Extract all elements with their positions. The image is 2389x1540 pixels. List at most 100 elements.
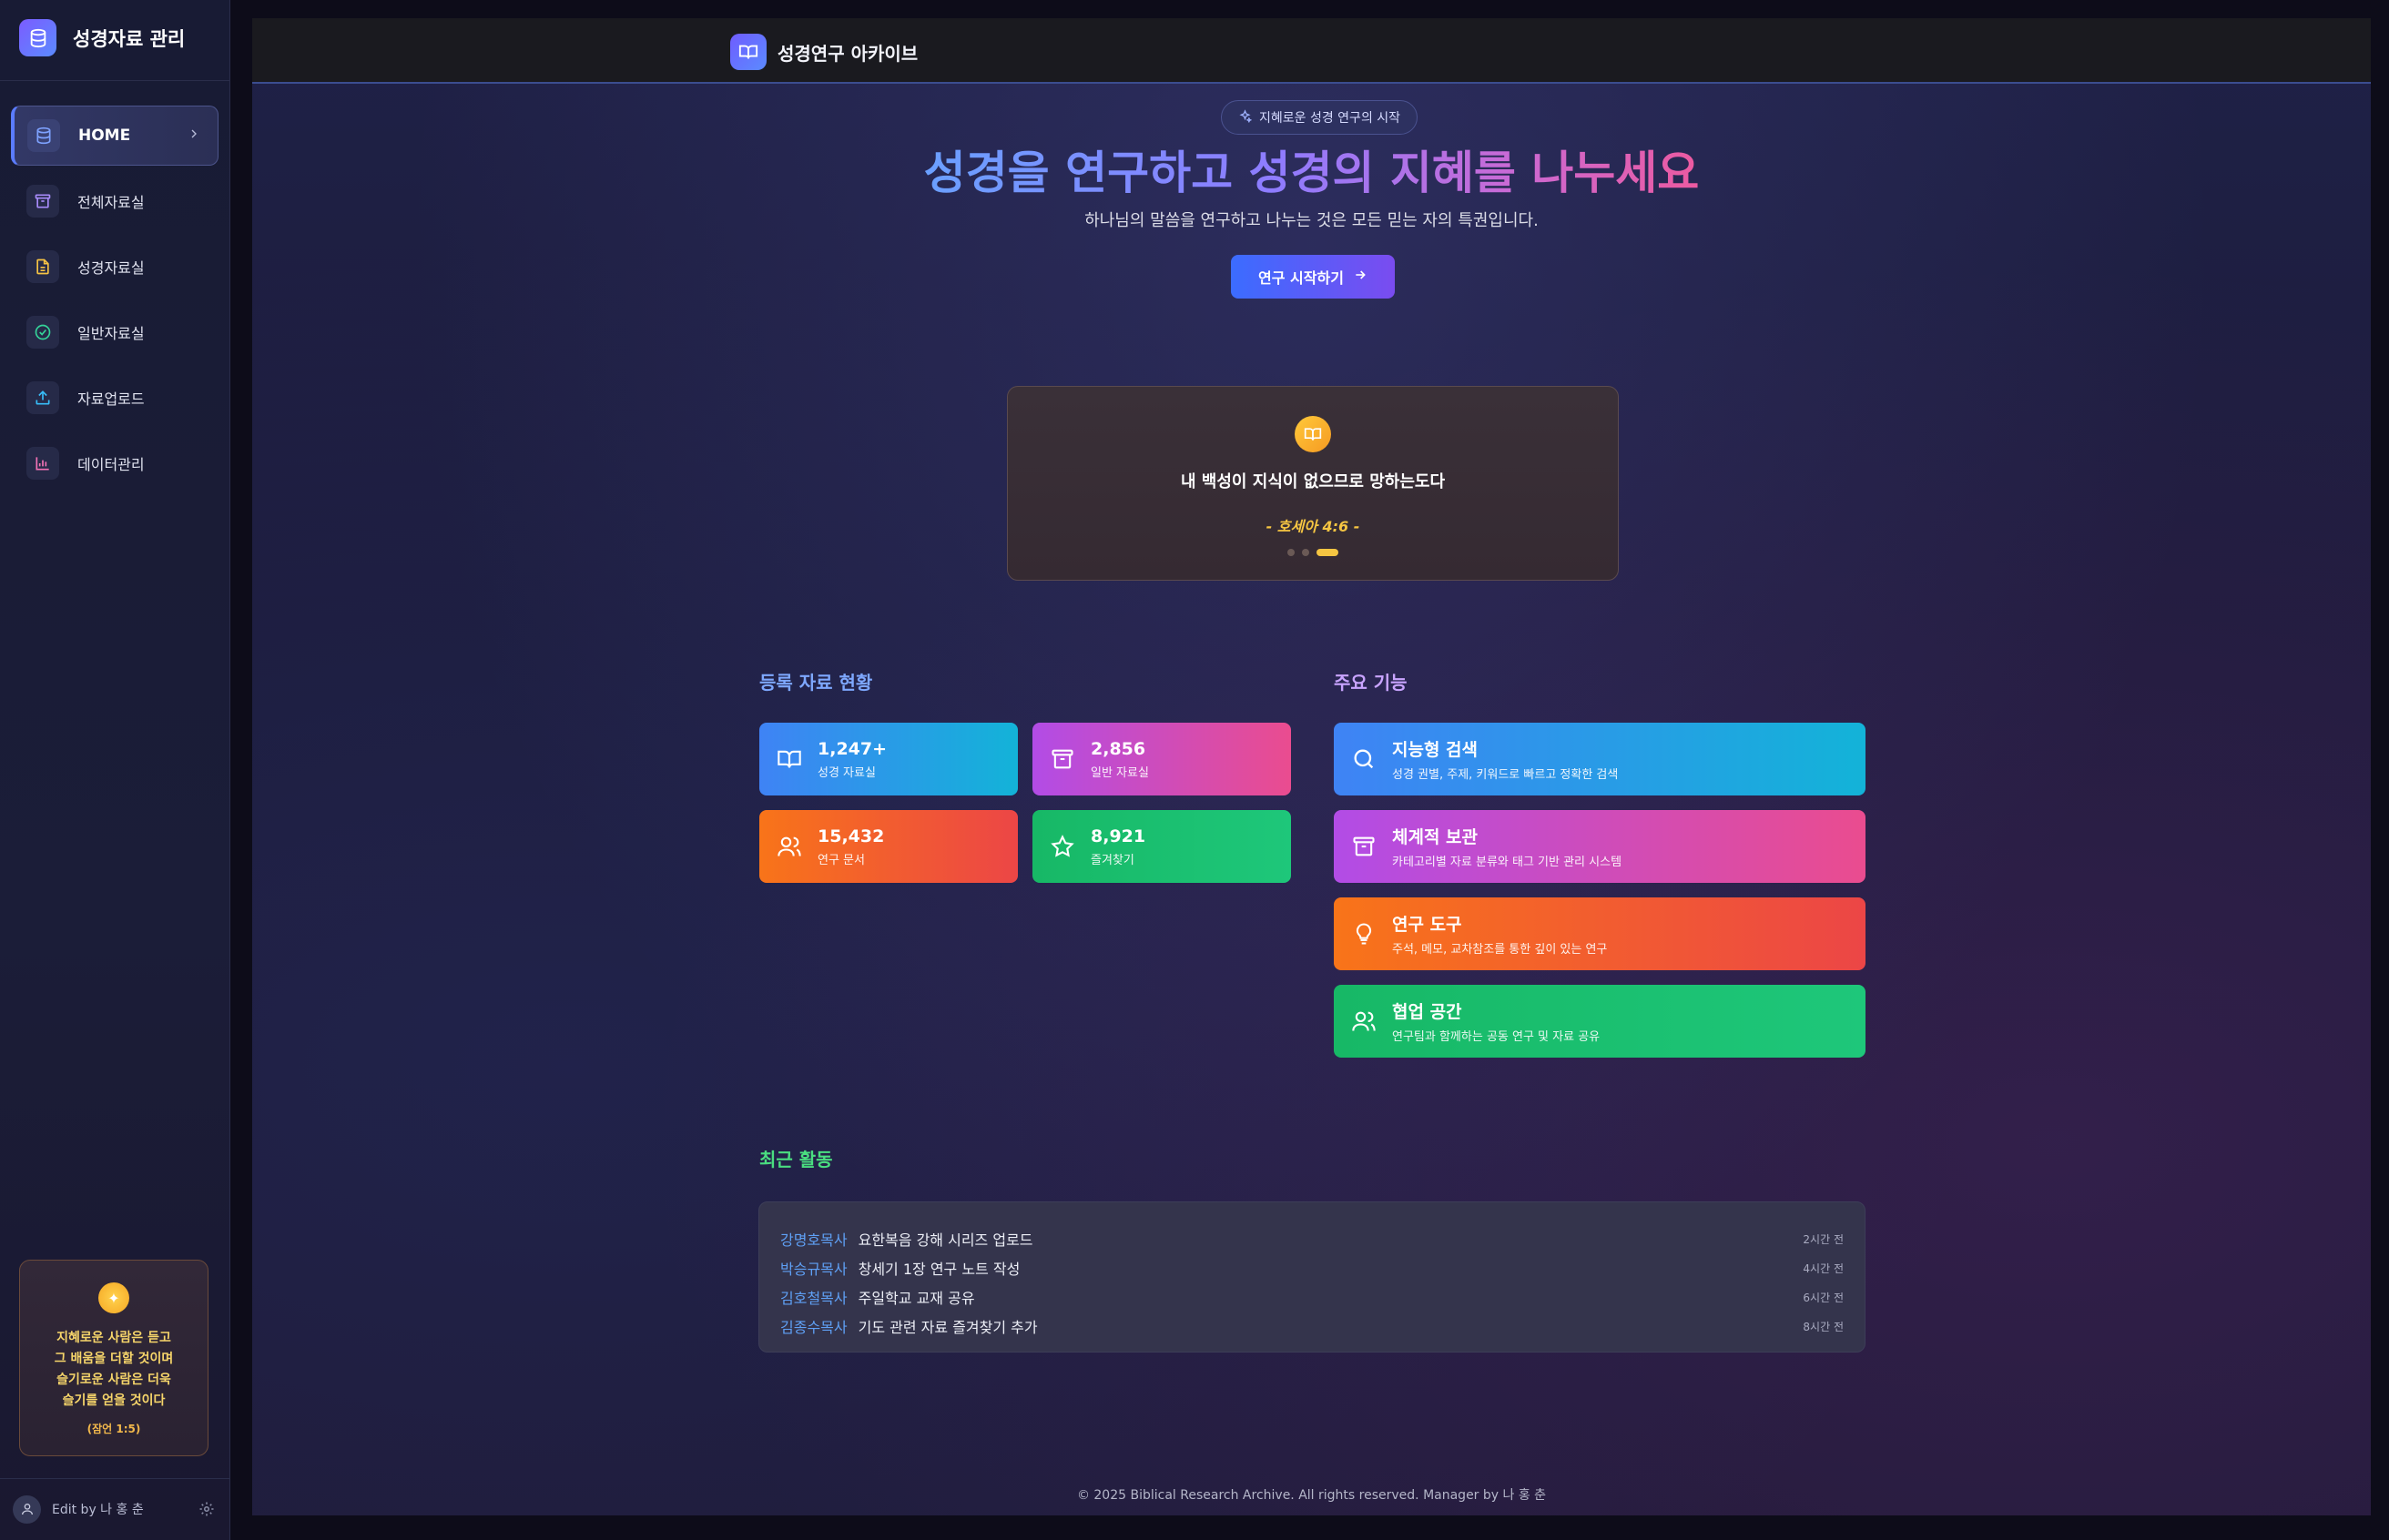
sidebar-item-all-archive[interactable]: 전체자료실: [11, 171, 219, 231]
sparkles-icon: [1238, 108, 1253, 127]
verse-reference: (잠언 1:5): [86, 1423, 141, 1435]
verse-line: 슬기로운 사람은 더욱: [56, 1373, 171, 1387]
activity-text: 주일학교 교재 공유: [858, 1290, 975, 1307]
stat-label: 연구 문서: [818, 853, 865, 867]
sidebar-item-label: 데이터관리: [77, 456, 145, 473]
user-icon: [13, 1494, 41, 1524]
start-research-label: 연구 시작하기: [1258, 269, 1344, 287]
search-icon: [1348, 744, 1379, 775]
check-circle-icon: [26, 316, 59, 349]
activity-title: 최근 활동: [759, 1149, 833, 1170]
stat-value: 1,247+: [818, 738, 888, 759]
activity-row[interactable]: 김종수목사 기도 관련 자료 즐겨찾기 추가 8시간 전: [780, 1312, 1844, 1341]
book-open-icon: [1295, 416, 1331, 452]
activity-row[interactable]: 박승규목사 창세기 1장 연구 노트 작성 4시간 전: [780, 1253, 1844, 1282]
feature-description: 연구팀과 함께하는 공동 연구 및 자료 공유: [1392, 1030, 1601, 1044]
gear-icon[interactable]: [198, 1501, 215, 1521]
activity-user[interactable]: 김종수목사: [780, 1315, 848, 1337]
activity-time: 6시간 전: [1803, 1291, 1844, 1304]
upload-icon: [26, 381, 59, 414]
feature-card-search[interactable]: 지능형 검색 성경 권별, 주제, 키워드로 빠르고 정확한 검색: [1334, 723, 1865, 795]
arrow-right-icon: [1353, 268, 1367, 286]
stat-card-documents[interactable]: 15,432 연구 문서: [759, 810, 1018, 883]
sidebar-item-data-management[interactable]: 데이터관리: [11, 433, 219, 493]
user-profile[interactable]: Edit by 나 홍 춘: [13, 1494, 219, 1524]
features-title: 주요 기능: [1334, 672, 1408, 694]
stat-card-general[interactable]: 2,856 일반 자료실: [1032, 723, 1291, 795]
sidebar-item-upload[interactable]: 자료업로드: [11, 368, 219, 428]
feature-description: 주석, 메모, 교차참조를 통한 깊이 있는 연구: [1392, 943, 1608, 957]
activity-text: 요한복음 강해 시리즈 업로드: [858, 1231, 1033, 1249]
activity-row[interactable]: 김호철목사 주일학교 교재 공유 6시간 전: [780, 1282, 1844, 1312]
sidebar-item-bible-archive[interactable]: 성경자료실: [11, 237, 219, 297]
users-icon: [1348, 1006, 1379, 1037]
sun-icon: ✦: [98, 1282, 129, 1313]
stat-label: 성경 자료실: [818, 765, 876, 780]
carousel-dot[interactable]: [1302, 549, 1309, 556]
main-content: 성경연구 아카이브 지혜로운 성경 연구의 시작 성경을 연구하고 성경의 지혜…: [252, 18, 2371, 1515]
sidebar-item-general-archive[interactable]: 일반자료실: [11, 302, 219, 362]
activity-text: 창세기 1장 연구 노트 작성: [858, 1261, 1021, 1278]
activity-time: 8시간 전: [1803, 1320, 1844, 1333]
feature-title: 협업 공간: [1392, 1002, 1462, 1022]
stat-card-favorites[interactable]: 8,921 즐겨찾기: [1032, 810, 1291, 883]
page-footer: © 2025 Biblical Research Archive. All ri…: [1076, 1488, 1547, 1503]
sidebar-item-label: 자료업로드: [77, 390, 145, 408]
brand[interactable]: 성경자료 관리: [19, 19, 185, 56]
bar-chart-icon: [26, 447, 59, 480]
feature-card-collaboration[interactable]: 협업 공간 연구팀과 함께하는 공동 연구 및 자료 공유: [1334, 985, 1865, 1058]
book-open-icon[interactable]: [730, 34, 767, 70]
sidebar-footer-divider: [0, 1478, 230, 1479]
lightbulb-icon: [1348, 918, 1379, 949]
feature-card-storage[interactable]: 체계적 보관 카테고리별 자료 분류와 태그 기반 관리 시스템: [1334, 810, 1865, 883]
feature-title: 연구 도구: [1392, 915, 1462, 935]
quote-reference: - 호세아 4:6 -: [1266, 518, 1360, 535]
sidebar-item-label: HOME: [78, 127, 131, 145]
activity-user[interactable]: 박승규목사: [780, 1257, 848, 1279]
hero-badge: 지혜로운 성경 연구의 시작: [1221, 100, 1418, 135]
brand-title: 성경자료 관리: [73, 27, 186, 50]
activity-row[interactable]: 강명호목사 요한복음 강해 시리즈 업로드 2시간 전: [780, 1224, 1844, 1253]
sidebar: 성경자료 관리 HOME 전체자료실 성경자료실 일반자료실 자료업로드 데이터…: [0, 0, 230, 1540]
sidebar-nav: HOME 전체자료실 성경자료실 일반자료실 자료업로드 데이터관리: [11, 106, 219, 499]
feature-description: 카테고리별 자료 분류와 태그 기반 관리 시스템: [1392, 856, 1622, 869]
activity-user[interactable]: 김호철목사: [780, 1286, 848, 1308]
start-research-button[interactable]: 연구 시작하기: [1231, 255, 1395, 299]
user-name: Edit by 나 홍 춘: [52, 1503, 144, 1517]
feature-card-tools[interactable]: 연구 도구 주석, 메모, 교차참조를 통한 깊이 있는 연구: [1334, 897, 1865, 970]
carousel-dot[interactable]: [1287, 549, 1295, 556]
carousel-dot-active[interactable]: [1316, 549, 1338, 556]
verse-line: 지혜로운 사람은 듣고: [56, 1331, 171, 1345]
sidebar-item-home[interactable]: HOME: [11, 106, 219, 166]
feature-title: 체계적 보관: [1392, 827, 1479, 847]
quote-carousel: 내 백성이 지식이 없으므로 망하는도다 - 호세아 4:6 -: [1007, 386, 1619, 581]
sidebar-item-label: 전체자료실: [77, 194, 145, 211]
stat-label: 일반 자료실: [1091, 765, 1149, 780]
activity-list: 강명호목사 요한복음 강해 시리즈 업로드 2시간 전 박승규목사 창세기 1장…: [758, 1201, 1865, 1353]
quote-text: 내 백성이 지식이 없으므로 망하는도다: [1180, 472, 1446, 491]
hero-badge-label: 지혜로운 성경 연구의 시작: [1259, 111, 1401, 126]
hero-title: 성경을 연구하고 성경의 지혜를 나누세요: [252, 137, 2371, 202]
chevron-right-icon: [187, 127, 201, 145]
verse-line: 그 배움을 더할 것이며: [54, 1352, 174, 1366]
hero-title-text: 성경을 연구하고 성경의 지혜를 나누세요: [923, 147, 1700, 199]
file-text-icon: [26, 250, 59, 283]
activity-user[interactable]: 강명호목사: [780, 1228, 848, 1250]
hero-subtitle: 하나님의 말씀을 연구하고 나누는 것은 모든 믿는 자의 특권입니다.: [1084, 211, 1539, 230]
sidebar-verse-card: ✦ 지혜로운 사람은 듣고 그 배움을 더할 것이며 슬기로운 사람은 더욱 슬…: [19, 1260, 208, 1456]
header-title[interactable]: 성경연구 아카이브: [778, 39, 918, 66]
users-icon: [774, 831, 805, 862]
archive-icon: [26, 185, 59, 218]
stat-card-bible[interactable]: 1,247+ 성경 자료실: [759, 723, 1018, 795]
book-open-icon: [774, 744, 805, 775]
stat-value: 15,432: [818, 826, 885, 846]
star-icon: [1047, 831, 1078, 862]
archive-icon: [1348, 831, 1379, 862]
carousel-dots: [1008, 549, 1618, 556]
database-icon: [19, 19, 56, 56]
activity-text: 기도 관련 자료 즐겨찾기 추가: [858, 1319, 1038, 1336]
stats-title: 등록 자료 현황: [759, 672, 873, 694]
stat-label: 즐겨찾기: [1091, 853, 1134, 867]
stat-value: 2,856: [1091, 738, 1146, 759]
top-header: 성경연구 아카이브: [252, 18, 2371, 84]
